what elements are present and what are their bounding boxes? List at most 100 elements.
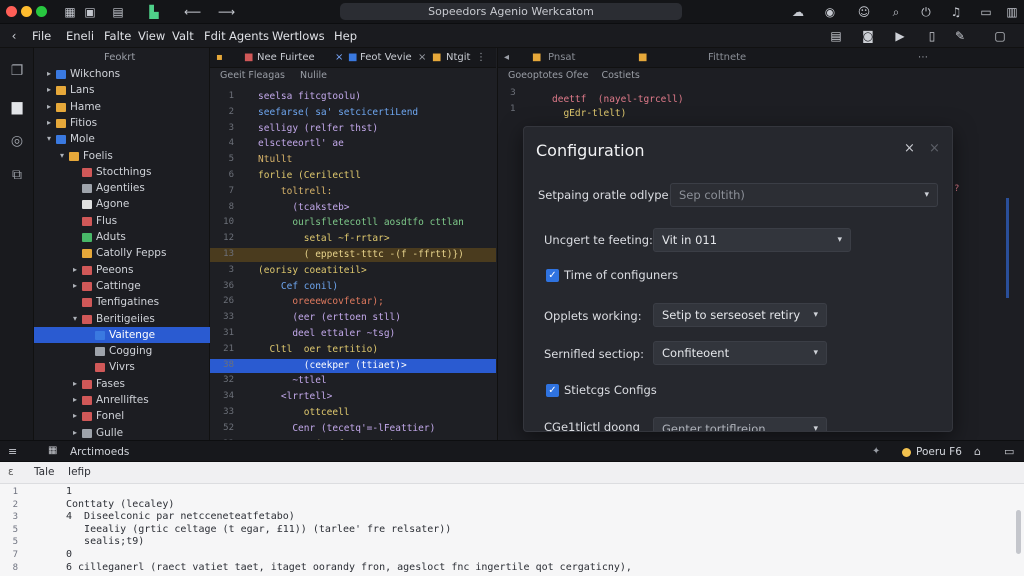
grid-icon[interactable]: ▦	[48, 445, 57, 456]
panel-icon[interactable]: ▢	[992, 28, 1008, 44]
chevron-right-icon[interactable]: ▸	[44, 66, 54, 82]
tab-close-icon[interactable]: ×	[335, 48, 343, 68]
split-icon[interactable]: ▤	[828, 28, 844, 44]
tree-item[interactable]: Flus	[34, 213, 210, 229]
power-icon[interactable]: ⏻	[918, 4, 934, 20]
setting-select[interactable]: Sep coltith) ▾	[670, 183, 938, 207]
tree-item[interactable]: Tenfigatines	[34, 294, 210, 310]
editor-tab-right-2[interactable]: Fittnete	[708, 48, 746, 68]
chevron-right-icon[interactable]: ▸	[70, 376, 80, 392]
status-right-text[interactable]: Poeru F6	[916, 446, 962, 458]
arrow-left-icon[interactable]: ⟵	[184, 4, 201, 20]
bell-icon[interactable]: ♫	[948, 4, 964, 20]
tree-item[interactable]: ▾ Beritigeiies	[34, 311, 210, 327]
wand-icon[interactable]: ✎	[952, 28, 968, 44]
grid-icon[interactable]: ▦	[62, 4, 78, 20]
palette-icon[interactable]: ◉	[822, 4, 838, 20]
checkbox-label[interactable]: Stietcgs Configs	[564, 383, 657, 397]
search-icon[interactable]: ⌕	[888, 4, 904, 20]
save-icon[interactable]: ▤	[110, 4, 126, 20]
close-icon[interactable]: ×	[904, 141, 915, 156]
editor-tab-3[interactable]: Ntgit	[446, 48, 470, 68]
history-icon[interactable]: ◙	[860, 28, 876, 44]
bell-icon[interactable]: ⌂	[974, 445, 981, 458]
extensions-icon[interactable]: ⧉	[8, 166, 26, 184]
layout-icon[interactable]: ▭	[1004, 445, 1014, 458]
chevron-down-icon[interactable]: ▾	[57, 148, 67, 164]
files-icon[interactable]: ❐	[8, 62, 26, 80]
editor-tab-2[interactable]: Feot Vevie	[360, 48, 412, 68]
editor-tab-right-1[interactable]: Pnsat	[548, 48, 575, 68]
setting-select[interactable]: Vit in 011 ▾	[653, 228, 851, 252]
panel-tab-1[interactable]: Tale	[34, 466, 55, 478]
chevron-down-icon[interactable]: ▾	[44, 131, 54, 147]
tree-item[interactable]: Agentiies	[34, 180, 210, 196]
tree-item[interactable]: ▸ Hame	[34, 99, 210, 115]
status-left-text[interactable]: Arctimoeds	[70, 446, 129, 458]
status-icon[interactable]: ✦	[872, 446, 880, 457]
tab-more-icon[interactable]: ⋯	[918, 48, 928, 68]
breadcrumb-item[interactable]: Costiets	[601, 70, 639, 81]
menu-help[interactable]: Hep	[334, 29, 357, 43]
setting-select[interactable]: Confiteoent ▾	[653, 341, 827, 365]
menu-falte[interactable]: Falte	[104, 29, 131, 43]
plugin-icon[interactable]: ▙	[146, 4, 162, 20]
close-window-button[interactable]	[6, 6, 17, 17]
checkbox-label[interactable]: Time of configuners	[564, 268, 678, 282]
chevron-right-icon[interactable]: ▸	[70, 262, 80, 278]
breadcrumb-item[interactable]: Nulile	[300, 70, 327, 81]
breadcrumb-item[interactable]: Geeit Fleagas	[220, 70, 285, 81]
tree-item[interactable]: Vivrs	[34, 359, 210, 375]
scrollbar[interactable]	[1006, 198, 1009, 298]
tree-item[interactable]: Vaitenge	[34, 326, 210, 343]
menu-view[interactable]: View	[138, 29, 165, 43]
menu-file[interactable]: File	[32, 29, 51, 43]
minimize-window-button[interactable]	[21, 6, 32, 17]
cloud-icon[interactable]: ☁	[790, 4, 806, 20]
menu-agents[interactable]: Agents	[229, 29, 269, 43]
tree-item[interactable]: Catolly Fepps	[34, 245, 210, 261]
tab-close-icon[interactable]: ×	[418, 48, 426, 68]
tree-item[interactable]: ▸ Gulle	[34, 425, 210, 441]
chevron-right-icon[interactable]: ▸	[70, 425, 80, 441]
chevron-right-icon[interactable]: ▸	[70, 408, 80, 424]
setting-select[interactable]: Setip to serseoset retiry ▾	[653, 303, 827, 327]
menu-fdit[interactable]: Fdit	[204, 29, 226, 43]
breadcrumb-item[interactable]: Goeoptotes Ofee	[508, 70, 588, 81]
tree-item[interactable]: ▸ Fonel	[34, 408, 210, 424]
close-icon[interactable]: ×	[929, 141, 940, 156]
message-icon[interactable]: ▭	[978, 4, 994, 20]
setting-select[interactable]: Genter tortiflreion ▾	[653, 417, 827, 431]
tree-item[interactable]: ▸ Cattinge	[34, 278, 210, 294]
checkbox[interactable]: ✓	[546, 384, 559, 397]
tree-item[interactable]: ▸ Fases	[34, 376, 210, 392]
maximize-window-button[interactable]	[36, 6, 47, 17]
editor-tab-1[interactable]: Nee Fuirtee	[257, 48, 315, 68]
tree-item[interactable]: Cogging	[34, 343, 210, 359]
tree-item[interactable]: ▸ Wikchons	[34, 66, 210, 82]
chevron-right-icon[interactable]: ▸	[44, 115, 54, 131]
layout-icon[interactable]: ▥	[1004, 4, 1020, 20]
sidebar-icon[interactable]: ▣	[82, 4, 98, 20]
arrow-right-icon[interactable]: ⟶	[218, 4, 235, 20]
tree-item[interactable]: ▸ Fitios	[34, 115, 210, 131]
tree-item[interactable]: Agone	[34, 196, 210, 212]
tree-item[interactable]: Stocthings	[34, 164, 210, 180]
chevron-right-icon[interactable]: ▸	[44, 99, 54, 115]
tree-item[interactable]: ▸ Lans	[34, 82, 210, 98]
source-control-icon[interactable]: ◎	[8, 132, 26, 150]
back-icon[interactable]: ‹	[6, 28, 22, 44]
chevron-right-icon[interactable]: ▸	[70, 278, 80, 294]
panel-tab-2[interactable]: Iefip	[68, 466, 91, 478]
emoji-icon[interactable]: ☺	[856, 4, 872, 20]
diff-icon[interactable]: ◂	[504, 48, 509, 68]
explorer-icon[interactable]: ▆	[8, 98, 26, 116]
tree-item[interactable]: ▾ Mole	[34, 131, 210, 147]
terminal-icon[interactable]: ≡	[8, 445, 17, 458]
menu-valt[interactable]: Valt	[172, 29, 194, 43]
menu-eneli[interactable]: Eneli	[66, 29, 94, 43]
chevron-right-icon[interactable]: ▸	[70, 392, 80, 408]
scrollbar[interactable]	[1016, 510, 1021, 554]
tree-item[interactable]: ▸ Anrelliftes	[34, 392, 210, 408]
warning-icon[interactable]	[902, 448, 911, 457]
